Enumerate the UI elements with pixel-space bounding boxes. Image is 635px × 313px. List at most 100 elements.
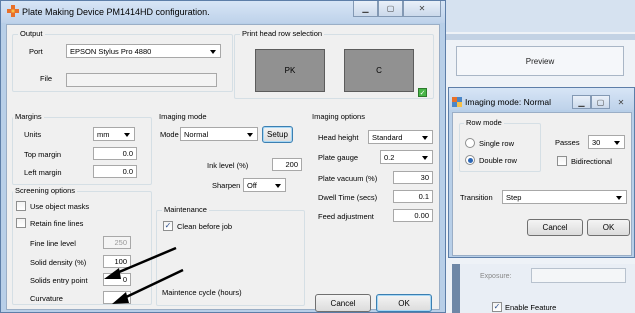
plate-gauge-value: 0.2 (384, 153, 395, 162)
dialog-minimize-button[interactable]: ▁ (572, 95, 591, 109)
setup-button[interactable]: Setup (262, 126, 293, 143)
enable-feature-check-icon[interactable]: ✓ (492, 302, 502, 312)
enable-feature-label: Enable Feature (505, 302, 557, 312)
imaging-mode-group: Imaging mode Mode Normal Setup Ink level… (156, 112, 305, 195)
head-height-value: Standard (372, 133, 403, 142)
left-margin-label: Left margin (24, 168, 62, 177)
preview-button[interactable]: Preview (456, 46, 624, 76)
setup-label: Setup (267, 130, 288, 139)
passes-select[interactable]: 30 (588, 135, 625, 149)
title-bar[interactable]: Plate Making Device PM1414HD configurati… (1, 1, 445, 23)
print-head-group: Print head row selection PK C (234, 29, 434, 99)
mode-select[interactable]: Normal (180, 127, 258, 141)
maximize-button[interactable]: ▢ (378, 1, 403, 17)
feed-adjustment-input[interactable]: 0.00 (393, 209, 433, 222)
print-head-group-title: Print head row selection (240, 29, 325, 38)
plate-vacuum-input[interactable]: 30 (393, 171, 433, 184)
dialog-ok-button[interactable]: OK (587, 219, 630, 236)
exposure-pane: Exposure: ✓ Enable Feature (460, 264, 635, 313)
fine-line-level-label: Fine line level (30, 239, 76, 248)
port-select[interactable]: EPSON Stylus Pro 4880 (66, 44, 221, 58)
clean-before-job-checkbox[interactable]: ✓ Clean before job (163, 221, 232, 231)
dialog-close-button[interactable]: ✕ (610, 95, 632, 109)
use-object-masks-box[interactable] (16, 201, 26, 211)
transition-select[interactable]: Step (502, 190, 627, 204)
retain-fine-lines-checkbox[interactable]: Retain fine lines (16, 218, 83, 228)
check-icon: ✓ (419, 89, 426, 97)
chevron-down-icon (247, 133, 253, 137)
background-toolbar (445, 0, 635, 32)
plate-gauge-label: Plate gauge (318, 153, 359, 162)
dwell-time-label: Dwell Time (secs) (318, 193, 378, 202)
curvature-input[interactable]: 0 (103, 291, 131, 304)
solids-entry-input[interactable]: 0 (103, 273, 131, 286)
head-height-select[interactable]: Standard (368, 130, 433, 144)
dialog-title: Imaging mode: Normal (465, 97, 551, 107)
bidirectional-box[interactable] (557, 156, 567, 166)
units-select[interactable]: mm (93, 127, 135, 141)
use-object-masks-checkbox[interactable]: Use object masks (16, 201, 89, 211)
plate-gauge-select[interactable]: 0.2 (380, 150, 433, 164)
dialog-cancel-button[interactable]: Cancel (527, 219, 583, 236)
app-icon (7, 5, 19, 17)
chevron-down-icon (422, 136, 428, 140)
dwell-time-input[interactable]: 0.1 (393, 190, 433, 203)
chevron-down-icon (275, 184, 281, 188)
print-head-pk-label: PK (284, 66, 296, 75)
imaging-mode-dialog: Imaging mode: Normal ▁ ▢ ✕ Row mode Sing… (448, 87, 635, 258)
feed-adjustment-label: Feed adjustment (318, 212, 374, 221)
left-margin-input[interactable]: 0.0 (93, 165, 137, 178)
maximize-icon: ▢ (596, 97, 605, 107)
caption-buttons: ▁ ▢ ✕ (353, 1, 441, 17)
print-head-checkbox[interactable]: ✓ (418, 88, 427, 97)
sharpen-select[interactable]: Off (243, 178, 286, 192)
transition-value: Step (506, 193, 522, 202)
solid-density-input[interactable]: 100 (103, 255, 131, 268)
solids-entry-label: Solids entry point (30, 276, 88, 285)
close-icon: ✕ (418, 4, 426, 13)
close-button[interactable]: ✕ (403, 1, 441, 17)
chevron-down-icon (422, 156, 428, 160)
chevron-down-icon (616, 196, 622, 200)
curvature-label: Curvature (30, 294, 63, 303)
fine-line-level-input[interactable]: 250 (103, 236, 131, 249)
minimize-button[interactable]: ▁ (353, 1, 378, 17)
enable-feature-checkbox[interactable]: ✓ Enable Feature (492, 302, 556, 312)
print-head-pk[interactable]: PK (255, 49, 325, 92)
transition-label: Transition (460, 193, 493, 202)
dialog-title-bar[interactable]: Imaging mode: Normal ▁ ▢ ✕ (449, 88, 634, 110)
ink-level-input[interactable]: 200 (272, 158, 302, 171)
row-mode-group: Row mode Single row Double row (459, 118, 541, 172)
single-row-dot[interactable] (465, 138, 475, 148)
exposure-label: Exposure: (480, 273, 512, 280)
ok-button[interactable]: OK (376, 294, 432, 312)
dialog-maximize-button[interactable]: ▢ (591, 95, 610, 109)
screening-group-title: Screening options (13, 186, 78, 195)
clean-check-icon[interactable]: ✓ (163, 221, 173, 231)
double-row-dot[interactable] (465, 155, 475, 165)
use-object-masks-label: Use object masks (30, 201, 90, 211)
dialog-client-area: Row mode Single row Double row Passes 30… (452, 112, 632, 256)
units-value: mm (97, 130, 110, 139)
row-mode-title: Row mode (464, 118, 504, 127)
top-margin-input[interactable]: 0.0 (93, 147, 137, 160)
bidirectional-label: Bidirectional (571, 156, 612, 166)
single-row-radio[interactable]: Single row (465, 138, 514, 148)
config-window: Plate Making Device PM1414HD configurati… (0, 0, 446, 313)
single-row-label: Single row (479, 138, 515, 148)
print-head-c[interactable]: C (344, 49, 414, 92)
port-label: Port (29, 47, 43, 56)
file-input[interactable] (66, 73, 217, 87)
head-height-label: Head height (318, 133, 359, 142)
bidirectional-checkbox[interactable]: Bidirectional (557, 156, 612, 166)
margins-group-title: Margins (13, 112, 44, 121)
file-label: File (40, 74, 53, 83)
cancel-button[interactable]: Cancel (315, 294, 371, 312)
retain-fine-lines-box[interactable] (16, 218, 26, 228)
dialog-caption-buttons: ▁ ▢ ✕ (572, 95, 632, 109)
double-row-radio[interactable]: Double row (465, 155, 517, 165)
exposure-input[interactable] (531, 268, 626, 283)
mode-value: Normal (184, 130, 209, 139)
cancel-label: Cancel (330, 298, 356, 308)
preview-label: Preview (525, 56, 555, 66)
